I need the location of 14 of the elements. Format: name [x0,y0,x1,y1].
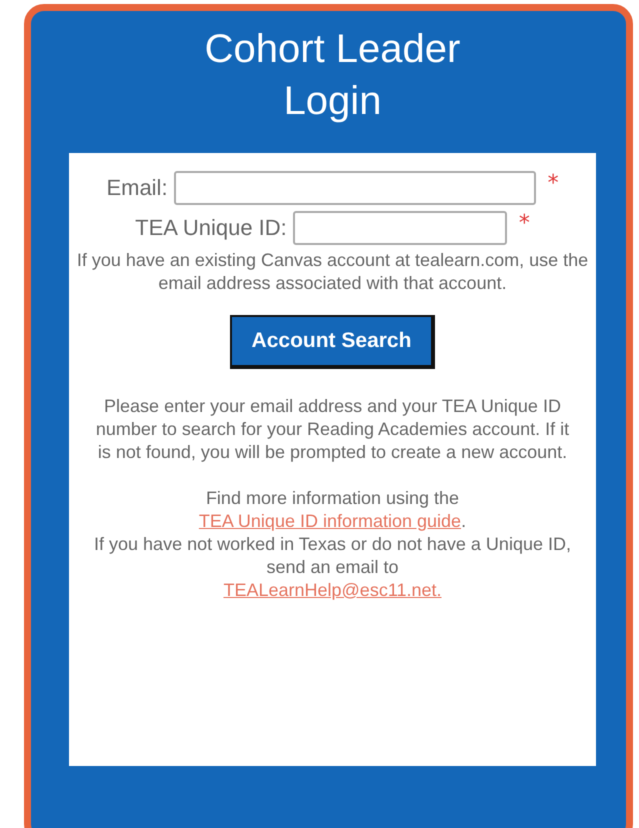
field-label: Email: [106,175,168,201]
input-field[interactable] [174,171,536,205]
required-mark: * [548,171,559,196]
input-field[interactable] [292,211,507,245]
search-note: Please enter your email address and your TEA Unique ID number to search for your Reading Academies account. If it is not found, you will be prompted to create a new account. [94,395,570,464]
login-title: Cohort Leader Login [204,26,462,125]
info-link[interactable]: TEALearnHelp@esc11.net. [223,580,442,600]
info-link[interactable]: TEA Unique ID information guide [198,511,462,531]
required-mark: * [518,211,530,236]
account-search-button[interactable]: Account Search [230,315,436,369]
info-text: Find more information using the TEA Unique ID information guide. [198,487,468,533]
field-label: TEA Unique ID: [135,215,287,241]
account-hint: If you have an existing Canvas account at tealearn.com, use the email address associated with that account. [76,249,590,295]
info-text: If you have not worked in Texas or do not have a Unique ID, send an email to TEALearnHelp@esc11.net. [93,533,572,602]
